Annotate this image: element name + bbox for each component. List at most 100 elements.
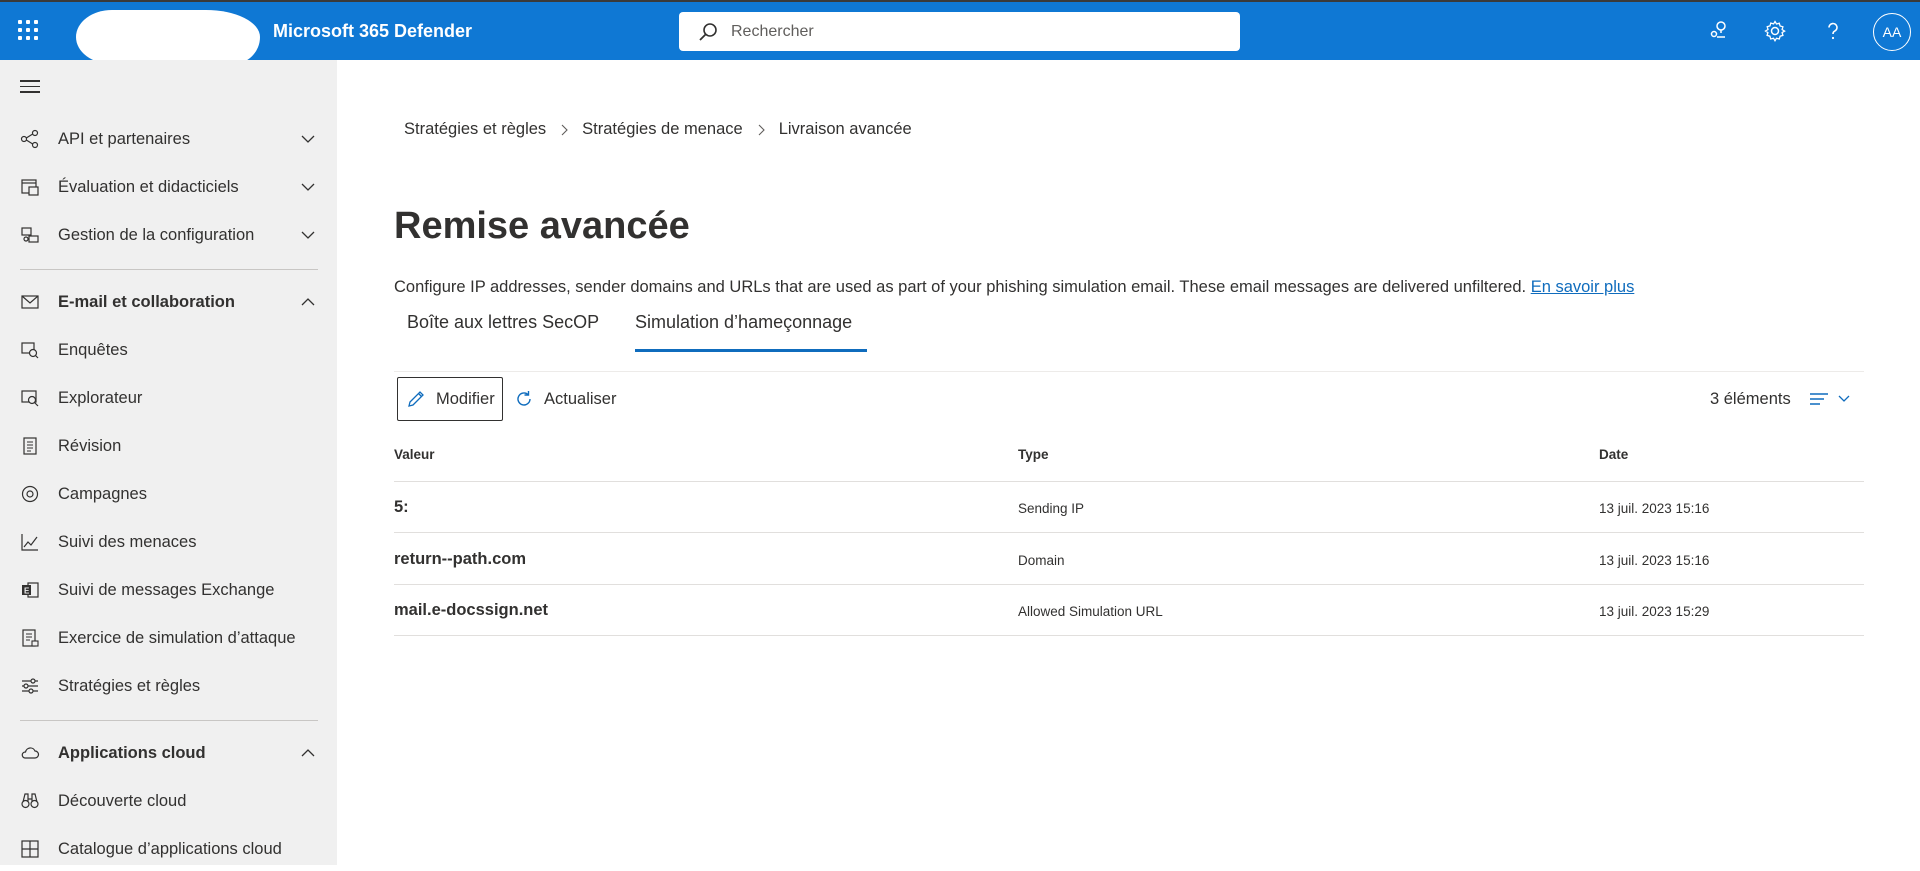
api-partners-icon [20, 129, 39, 149]
sidebar-item-review[interactable]: Révision [0, 424, 337, 468]
search-box[interactable] [679, 12, 1240, 51]
tab-secops-mailbox[interactable]: Boîte aux lettres SecOP [407, 312, 599, 333]
active-tab-indicator [635, 349, 867, 352]
sidebar-item-api-partners[interactable]: API et partenaires [0, 117, 337, 161]
hamburger-menu-icon[interactable] [20, 80, 40, 96]
view-options-icon[interactable] [1808, 389, 1856, 409]
refresh-button[interactable]: Actualiser [514, 377, 616, 421]
app-title[interactable]: Microsoft 365 Defender [273, 21, 472, 42]
sidebar-item-campaigns[interactable]: Campagnes [0, 472, 337, 516]
sidebar-item-label: Catalogue d’applications cloud [58, 839, 282, 858]
tab-phishing-simulation[interactable]: Simulation d’hameçonnage [635, 312, 852, 333]
cell-date: 13 juil. 2023 15:16 [1599, 501, 1710, 516]
sidebar-item-explorer[interactable]: Explorateur [0, 376, 337, 420]
investigations-icon [21, 342, 39, 359]
configuration-icon [21, 227, 39, 243]
chevron-up-icon[interactable] [300, 745, 316, 761]
chevron-right-icon [561, 124, 568, 135]
column-header-type[interactable]: Type [1018, 447, 1049, 462]
chevron-down-icon[interactable] [300, 227, 316, 243]
chevron-down-icon[interactable] [300, 131, 316, 147]
sidebar-item-exchange-trace[interactable]: E Suivi de messages Exchange [0, 568, 337, 612]
sidebar-item-cloud-discovery[interactable]: Découverte cloud [0, 779, 337, 823]
help-icon[interactable] [1821, 19, 1845, 43]
refresh-button-label: Actualiser [544, 389, 617, 408]
chevron-right-icon [758, 124, 765, 135]
table-row[interactable]: return--path.com Domain 13 juil. 2023 15… [394, 534, 1864, 585]
sidebar-item-threat-tracker[interactable]: Suivi des menaces [0, 520, 337, 564]
sidebar: API et partenaires Évaluation et didacti… [0, 60, 337, 865]
gear-icon[interactable] [1763, 19, 1787, 43]
sidebar-item-label: Explorateur [58, 388, 143, 407]
top-bar: Microsoft 365 Defender AA [0, 0, 1920, 64]
sidebar-item-label: Gestion de la configuration [58, 225, 255, 244]
avatar[interactable]: AA [1873, 13, 1911, 51]
sidebar-item-label: E-mail et collaboration [58, 292, 235, 311]
breadcrumb-item-current: Livraison avancée [778, 120, 912, 138]
sidebar-item-evaluation[interactable]: Évaluation et didacticiels [0, 165, 337, 209]
sidebar-item-cloud-apps[interactable]: Applications cloud [0, 731, 337, 775]
exchange-icon: E [22, 582, 39, 598]
pencil-icon [408, 391, 424, 407]
redacted-tenant-logo [76, 10, 260, 64]
cell-value: return--path.com [394, 550, 526, 568]
attack-simulation-icon [22, 629, 39, 647]
sidebar-item-label: Évaluation et didacticiels [58, 177, 239, 196]
explorer-icon [21, 390, 39, 407]
breadcrumb-item-threat-policies[interactable]: Stratégies de menace [582, 120, 743, 139]
search-icon [699, 22, 717, 41]
campaigns-icon [21, 485, 39, 503]
chevron-down-icon[interactable] [300, 179, 316, 195]
cell-date: 13 juil. 2023 15:16 [1599, 553, 1710, 568]
page-description: Configure IP addresses, sender domains a… [394, 278, 1634, 297]
sidebar-item-label: Campagnes [58, 484, 147, 503]
review-icon [23, 437, 37, 455]
threat-tracker-icon [21, 534, 38, 551]
sidebar-item-label: Suivi des menaces [58, 532, 197, 551]
app-launcher-icon[interactable] [18, 20, 38, 40]
policies-icon [22, 678, 38, 694]
refresh-icon [517, 391, 531, 406]
cell-type: Allowed Simulation URL [1018, 604, 1163, 619]
sidebar-item-label: Stratégies et règles [58, 676, 201, 695]
sidebar-item-configuration[interactable]: Gestion de la configuration [0, 213, 337, 257]
cell-type: Sending IP [1018, 501, 1085, 516]
chevron-up-icon[interactable] [300, 294, 316, 310]
sidebar-divider [20, 720, 318, 721]
sidebar-item-label: Suivi de messages Exchange [58, 580, 275, 599]
catalog-icon [21, 840, 39, 858]
page-title: Remise avancée [394, 205, 690, 247]
cell-date: 13 juil. 2023 15:29 [1599, 604, 1710, 619]
sidebar-item-policies-rules[interactable]: Stratégies et règles [0, 664, 337, 708]
edit-button[interactable]: Modifier [397, 377, 503, 421]
sidebar-item-label: API et partenaires [58, 129, 191, 148]
sidebar-divider [20, 269, 318, 270]
sidebar-item-label: Exercice de simulation d’attaque [58, 628, 296, 647]
table-row[interactable]: 5: Sending IP 13 juil. 2023 15:16 [394, 482, 1864, 533]
sidebar-item-attack-simulation[interactable]: Exercice de simulation d’attaque [0, 616, 337, 660]
search-input[interactable] [731, 22, 1211, 41]
description-text: Configure IP addresses, sender domains a… [394, 278, 1527, 296]
svg-text:E: E [24, 587, 30, 596]
binoculars-icon [21, 793, 39, 809]
sidebar-item-cloud-app-catalog[interactable]: Catalogue d’applications cloud [0, 827, 337, 871]
edit-button-label: Modifier [436, 389, 495, 408]
cloud-icon [21, 747, 40, 759]
sidebar-item-label: Découverte cloud [58, 791, 187, 810]
cell-value: mail.e-docssign.net [394, 601, 549, 619]
toolbar-divider [394, 371, 1864, 372]
breadcrumb: Stratégies et règles Stratégies de menac… [404, 120, 912, 139]
sidebar-item-label: Enquêtes [58, 340, 128, 359]
cell-value: 5: [394, 498, 409, 516]
sidebar-item-label: Révision [58, 436, 122, 455]
column-header-value[interactable]: Valeur [394, 447, 435, 462]
sidebar-item-email-collaboration[interactable]: E-mail et collaboration [0, 280, 337, 324]
community-icon[interactable] [1707, 19, 1731, 43]
table-row[interactable]: mail.e-docssign.net Allowed Simulation U… [394, 585, 1864, 636]
breadcrumb-item-policies[interactable]: Stratégies et règles [404, 120, 546, 139]
column-header-date[interactable]: Date [1599, 447, 1628, 462]
evaluation-icon [21, 179, 39, 196]
cell-type: Domain [1018, 553, 1065, 568]
learn-more-link[interactable]: En savoir plus [1531, 278, 1635, 296]
sidebar-item-investigations[interactable]: Enquêtes [0, 328, 337, 372]
